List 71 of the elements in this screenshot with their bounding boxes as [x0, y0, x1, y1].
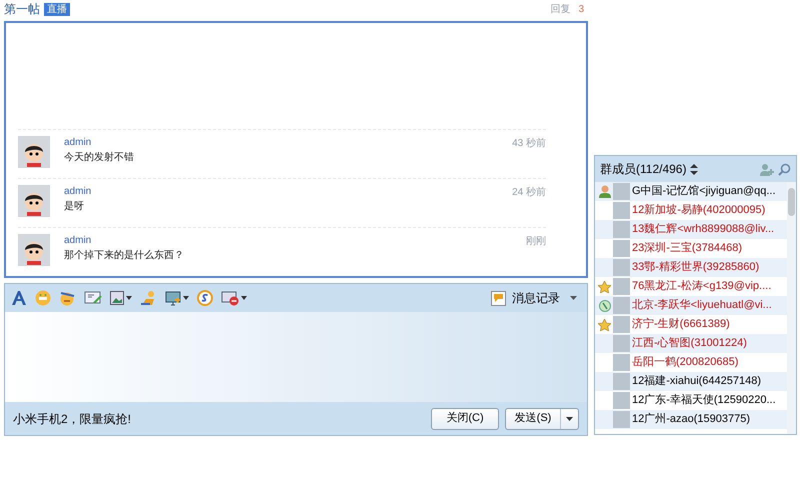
person-icon — [598, 185, 610, 198]
monitor-icon — [165, 290, 181, 306]
s-logo-tool[interactable] — [197, 290, 213, 306]
avatar-placeholder — [613, 259, 630, 276]
reply-count: 3 — [578, 2, 584, 16]
member-name[interactable]: 12广东-幸福天使(12590220... — [632, 392, 776, 409]
caret-icon — [126, 296, 132, 300]
screenshot-icon — [84, 291, 102, 305]
author-name[interactable]: admin — [64, 234, 526, 248]
members-title: 群成员(112/496) — [600, 161, 686, 178]
reply-label: 回复 — [550, 2, 570, 16]
face-tool[interactable] — [59, 290, 76, 306]
avatar-placeholder — [613, 278, 630, 295]
avatar-placeholder — [613, 240, 630, 257]
member-name[interactable]: 23深圳-三宝(3784468) — [632, 240, 742, 257]
avatar-placeholder — [613, 335, 630, 352]
avatar-placeholder — [613, 373, 630, 390]
search-icon[interactable] — [778, 162, 791, 176]
avatar-placeholder — [613, 316, 630, 333]
chat-bubble-icon — [491, 290, 506, 306]
message-text: 是呀 — [64, 200, 85, 214]
star-icon — [598, 318, 611, 330]
message-time: 43 秒前 — [512, 136, 546, 151]
caret-icon — [570, 296, 577, 300]
block-icon — [221, 290, 239, 306]
caret-icon — [183, 296, 189, 300]
avatar-placeholder — [613, 183, 630, 200]
block-tool[interactable] — [221, 290, 247, 306]
live-tag: 直播 — [44, 2, 70, 16]
message-time: 刚刚 — [526, 235, 546, 249]
avatar-placeholder — [613, 202, 630, 219]
avatar-placeholder — [613, 354, 630, 371]
screenshot-tool[interactable] — [84, 291, 102, 305]
message-text: 今天的发射不错 — [64, 151, 135, 165]
avatar-icon — [18, 185, 50, 217]
scrollbar[interactable] — [787, 182, 796, 434]
member-name[interactable]: 岳阳一鹤(200820685) — [632, 354, 738, 371]
avatar-placeholder — [613, 411, 630, 428]
member-name[interactable]: 12新加坡-易静(402000095) — [632, 202, 766, 219]
face-icon — [59, 290, 76, 306]
sort-icon[interactable] — [690, 164, 698, 174]
avatar-placeholder — [613, 297, 630, 314]
send-button[interactable]: 发送(S) — [505, 408, 579, 430]
promo-text: 小米手机2，限量疯抢! — [13, 410, 132, 428]
figure-icon — [140, 290, 157, 306]
avatar-placeholder — [613, 392, 630, 409]
image-tool[interactable] — [110, 291, 132, 305]
post-title: 第一帖 — [4, 1, 40, 18]
font-icon — [11, 290, 27, 306]
avatar-icon — [18, 234, 50, 266]
avatar-icon — [18, 136, 50, 168]
author-name[interactable]: admin — [64, 136, 512, 150]
star-icon — [598, 280, 611, 292]
smiley-icon — [35, 290, 51, 306]
author-name[interactable]: admin — [64, 185, 512, 199]
image-icon — [110, 291, 124, 305]
message-text: 那个掉下来的是什么东西？ — [64, 249, 185, 263]
member-name[interactable]: 济宁-生财(6661389) — [632, 316, 730, 333]
figure-tool[interactable] — [140, 290, 157, 306]
history-button[interactable]: 消息记录 — [491, 289, 577, 307]
smiley-tool[interactable] — [35, 290, 51, 306]
status-icon — [598, 300, 610, 312]
monitor-tool[interactable] — [165, 290, 189, 306]
message-input[interactable] — [5, 312, 587, 402]
message-time: 24 秒前 — [512, 186, 546, 200]
close-button[interactable]: 关闭(C) — [431, 408, 499, 430]
s-logo-icon — [197, 290, 213, 306]
avatar-placeholder — [613, 221, 630, 238]
caret-icon — [241, 296, 247, 300]
member-name[interactable]: 76黑龙江-松涛<g139@vip.... — [632, 278, 772, 295]
font-tool[interactable] — [11, 290, 27, 306]
